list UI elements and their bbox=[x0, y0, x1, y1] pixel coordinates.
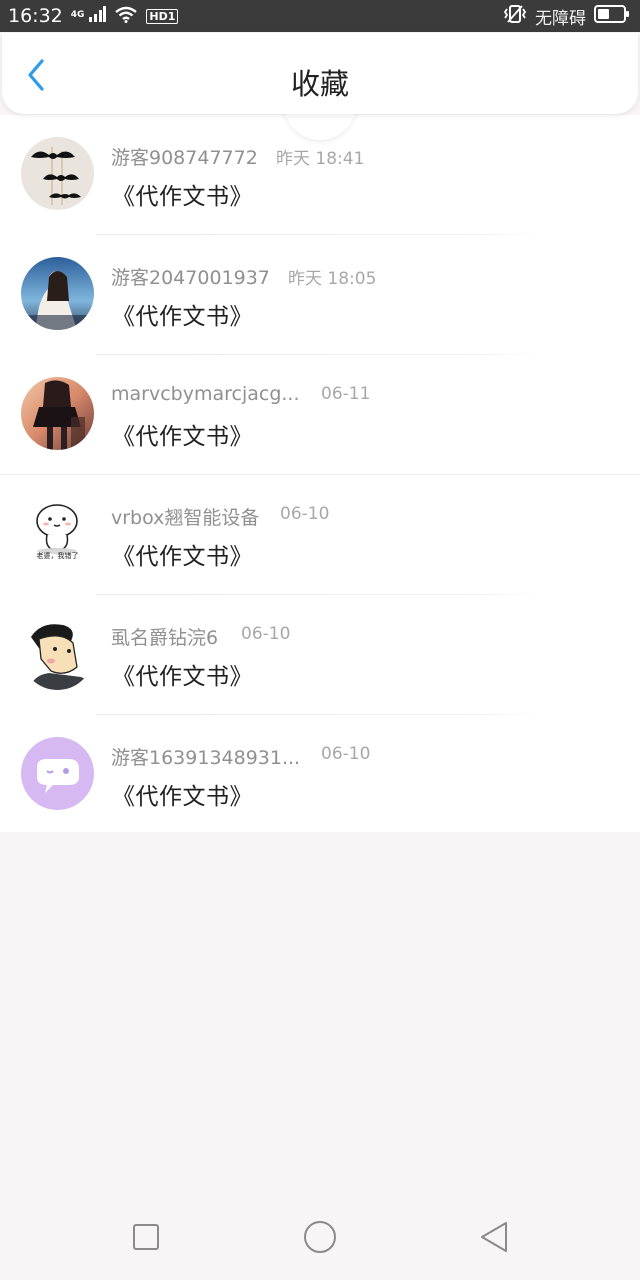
list-item[interactable]: marvcbymarcjacg... 06-11 《代作文书》 bbox=[0, 355, 640, 475]
signal-icon bbox=[88, 6, 107, 26]
book-title[interactable]: 《代作文书》 bbox=[112, 777, 253, 811]
home-button[interactable] bbox=[300, 1220, 340, 1256]
recent-apps-button[interactable] bbox=[126, 1220, 166, 1256]
list-item[interactable]: 老婆，我错了 vrbox翘智能设备 06-10 《代作文书》 bbox=[0, 475, 640, 595]
list-item[interactable]: 虱名爵钻浣6 06-10 《代作文书》 bbox=[0, 595, 640, 715]
network-type: 4G bbox=[70, 10, 85, 20]
girl-photo-avatar[interactable] bbox=[21, 257, 94, 330]
username[interactable]: 游客908747772 bbox=[111, 143, 258, 170]
square-icon bbox=[133, 1224, 159, 1250]
system-nav-bar bbox=[0, 1196, 640, 1280]
username[interactable]: marvcbymarcjacg... bbox=[111, 383, 300, 405]
anime-girl-avatar[interactable] bbox=[21, 377, 94, 450]
cartoon-sticker-avatar[interactable]: 老婆，我错了 bbox=[21, 497, 94, 570]
vibrate-icon bbox=[503, 4, 527, 28]
username[interactable]: 游客16391348931... bbox=[111, 743, 300, 770]
timestamp: 昨天 18:05 bbox=[288, 269, 377, 289]
username[interactable]: 虱名爵钻浣6 bbox=[111, 623, 218, 650]
hd-badge: HD1 bbox=[146, 8, 179, 24]
favorites-list: 游客908747772 昨天 18:41 《代作文书》 游客2047001937… bbox=[0, 115, 640, 832]
avatar-caption: 老婆，我错了 bbox=[36, 552, 79, 560]
circle-icon bbox=[304, 1221, 336, 1253]
default-chat-avatar[interactable] bbox=[21, 737, 94, 810]
battery-icon bbox=[594, 5, 630, 27]
book-title[interactable]: 《代作文书》 bbox=[112, 417, 253, 451]
timestamp: 06-11 bbox=[321, 384, 371, 404]
status-bar: 16:32 4G HD1 无障碍 bbox=[0, 0, 640, 32]
list-item[interactable]: 游客16391348931... 06-10 《代作文书》 bbox=[0, 715, 640, 835]
book-title[interactable]: 《代作文书》 bbox=[112, 177, 253, 211]
timestamp: 06-10 bbox=[241, 624, 291, 644]
app-header: 收藏 bbox=[2, 33, 638, 114]
clock: 16:32 bbox=[8, 5, 63, 27]
mustache-avatar[interactable] bbox=[21, 137, 94, 210]
status-right: 无障碍 bbox=[503, 4, 630, 29]
cartoon-man-avatar[interactable] bbox=[21, 617, 94, 690]
username[interactable]: 游客2047001937 bbox=[111, 263, 270, 290]
timestamp: 昨天 18:41 bbox=[276, 149, 365, 169]
book-title[interactable]: 《代作文书》 bbox=[112, 657, 253, 691]
back-nav-button[interactable] bbox=[474, 1220, 514, 1256]
list-item[interactable]: 游客2047001937 昨天 18:05 《代作文书》 bbox=[0, 235, 640, 355]
page-title: 收藏 bbox=[290, 67, 349, 101]
book-title[interactable]: 《代作文书》 bbox=[112, 297, 253, 331]
accessibility-label: 无障碍 bbox=[535, 8, 586, 29]
timestamp: 06-10 bbox=[280, 504, 330, 524]
timestamp: 06-10 bbox=[321, 744, 371, 764]
username[interactable]: vrbox翘智能设备 bbox=[111, 503, 259, 530]
wifi-icon bbox=[114, 5, 138, 27]
status-left: 16:32 4G HD1 bbox=[8, 5, 179, 27]
triangle-back-icon bbox=[481, 1222, 507, 1252]
book-title[interactable]: 《代作文书》 bbox=[112, 537, 253, 571]
